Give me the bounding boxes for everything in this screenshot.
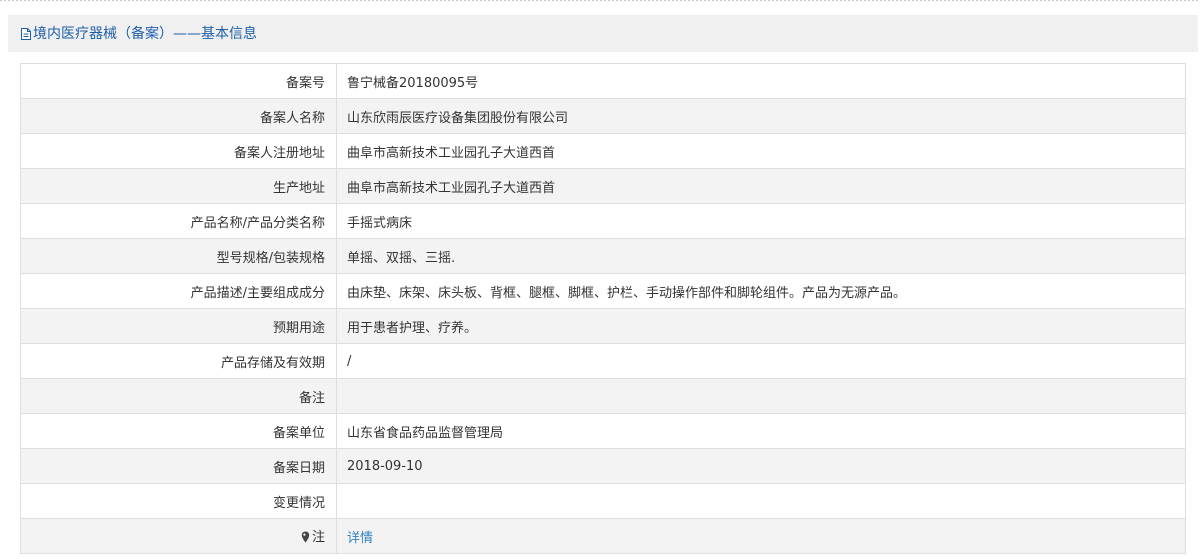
row-label: 产品存储及有效期	[20, 343, 337, 379]
table-row: 产品描述/主要组成成分 由床垫、床架、床头板、背框、腿框、脚框、护栏、手动操作部…	[20, 273, 1186, 309]
top-dotted-divider	[0, 0, 1200, 1]
row-value	[336, 483, 1186, 519]
table-row: 预期用途 用于患者护理、疗养。	[20, 308, 1186, 344]
document-icon	[20, 27, 32, 41]
row-label: 变更情况	[20, 483, 337, 519]
row-label: 型号规格/包装规格	[20, 238, 337, 274]
pin-icon	[301, 531, 310, 547]
row-value: 由床垫、床架、床头板、背框、腿框、脚框、护栏、手动操作部件和脚轮组件。产品为无源…	[336, 273, 1186, 309]
table-row: 产品名称/产品分类名称 手摇式病床	[20, 203, 1186, 239]
row-value: 山东欣雨辰医疗设备集团股份有限公司	[336, 98, 1186, 134]
table-row: 型号规格/包装规格 单摇、双摇、三摇.	[20, 238, 1186, 274]
table-row: 备案日期 2018-09-10	[20, 448, 1186, 484]
note-row: 注 详情	[20, 518, 1186, 554]
table-row: 备注	[20, 378, 1186, 414]
row-value: 用于患者护理、疗养。	[336, 308, 1186, 344]
row-label: 预期用途	[20, 308, 337, 344]
info-panel: 境内医疗器械（备案）——基本信息 备案号 鲁宁械备20180095号 备案人名称…	[8, 15, 1198, 559]
table-row: 产品存储及有效期 /	[20, 343, 1186, 379]
panel-body: 备案号 鲁宁械备20180095号 备案人名称 山东欣雨辰医疗设备集团股份有限公…	[8, 52, 1198, 559]
row-value: 曲阜市高新技术工业园孔子大道西首	[336, 133, 1186, 169]
table-row: 备案人注册地址 曲阜市高新技术工业园孔子大道西首	[20, 133, 1186, 169]
row-value	[336, 378, 1186, 414]
panel-title: 境内医疗器械（备案）——基本信息	[33, 26, 257, 42]
note-label-cell: 注	[20, 518, 337, 554]
row-label: 产品描述/主要组成成分	[20, 273, 337, 309]
row-value: 单摇、双摇、三摇.	[336, 238, 1186, 274]
row-value: 2018-09-10	[336, 448, 1186, 484]
panel-header: 境内医疗器械（备案）——基本信息	[20, 25, 257, 43]
table-row: 变更情况	[20, 483, 1186, 519]
row-value: 鲁宁械备20180095号	[336, 63, 1186, 99]
note-value-cell: 详情	[336, 518, 1186, 554]
row-value: /	[336, 343, 1186, 379]
basic-info-table: 备案号 鲁宁械备20180095号 备案人名称 山东欣雨辰医疗设备集团股份有限公…	[20, 63, 1186, 554]
note-label: 注	[311, 529, 325, 545]
row-label: 备案日期	[20, 448, 337, 484]
row-value: 曲阜市高新技术工业园孔子大道西首	[336, 168, 1186, 204]
row-label: 备注	[20, 378, 337, 414]
details-link[interactable]: 详情	[347, 531, 373, 546]
row-label: 备案人名称	[20, 98, 337, 134]
table-row: 备案号 鲁宁械备20180095号	[20, 63, 1186, 99]
row-value: 手摇式病床	[336, 203, 1186, 239]
table-row: 备案人名称 山东欣雨辰医疗设备集团股份有限公司	[20, 98, 1186, 134]
table-row: 生产地址 曲阜市高新技术工业园孔子大道西首	[20, 168, 1186, 204]
row-label: 备案单位	[20, 413, 337, 449]
row-label: 备案人注册地址	[20, 133, 337, 169]
row-label: 生产地址	[20, 168, 337, 204]
row-label: 备案号	[20, 63, 337, 99]
row-value: 山东省食品药品监督管理局	[336, 413, 1186, 449]
table-row: 备案单位 山东省食品药品监督管理局	[20, 413, 1186, 449]
row-label: 产品名称/产品分类名称	[20, 203, 337, 239]
